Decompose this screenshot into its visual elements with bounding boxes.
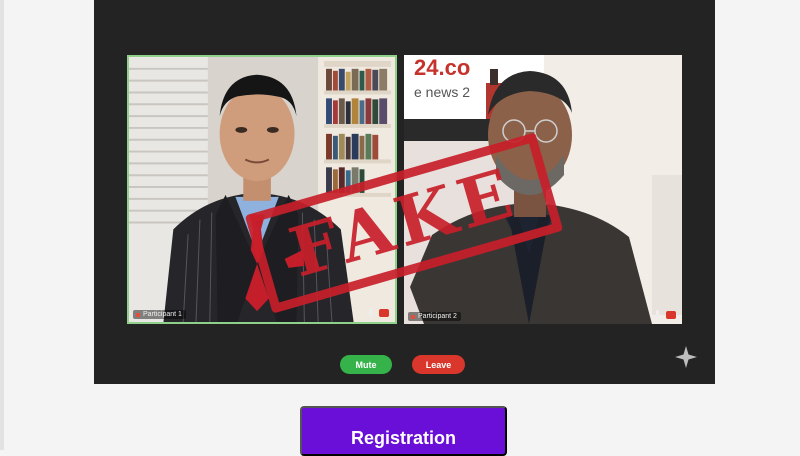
participant-1-label: Participant 1: [133, 310, 186, 319]
participant-1-status: [367, 308, 389, 318]
backdrop-text-line-2: e news 2: [414, 84, 471, 100]
participant-2-status: [654, 310, 676, 320]
participant-2-label: Participant 2: [408, 312, 461, 321]
sparkle-icon[interactable]: [675, 346, 697, 368]
registration-button[interactable]: Registration: [300, 406, 507, 456]
mic-icon[interactable]: [367, 308, 374, 318]
page-edge: [0, 0, 4, 450]
camera-off-icon[interactable]: [379, 309, 389, 317]
leave-button[interactable]: Leave: [412, 355, 465, 374]
backdrop-sign: 24.co e news 2: [414, 55, 494, 100]
mute-button[interactable]: Mute: [340, 355, 392, 374]
backdrop-text-line-1: 24.co: [414, 55, 471, 80]
mic-icon[interactable]: [654, 310, 661, 320]
camera-off-icon[interactable]: [666, 311, 676, 319]
